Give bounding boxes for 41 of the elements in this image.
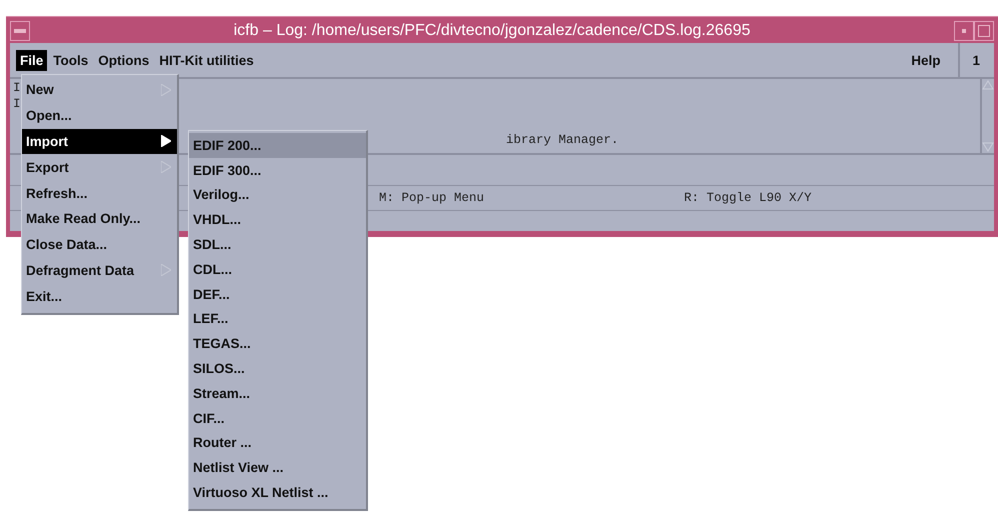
menu-item[interactable]: Router ... xyxy=(189,430,366,456)
menu-item[interactable]: Netlist View ... xyxy=(189,455,366,480)
mouse-hint: M: Pop-up Menu xyxy=(379,191,486,205)
menu-item[interactable]: Refresh... xyxy=(22,180,177,206)
menu-item[interactable]: New xyxy=(22,77,177,103)
window-menu-button[interactable] xyxy=(10,21,30,41)
menu-item[interactable]: Options xyxy=(94,50,154,70)
menu-item[interactable]: File xyxy=(16,50,48,70)
menu-item[interactable]: Tools xyxy=(49,50,92,70)
menu-item[interactable]: Defragment Data xyxy=(22,258,177,284)
menu-item[interactable]: Close Data... xyxy=(22,232,177,258)
menu-item[interactable]: Verilog... xyxy=(189,182,366,208)
menu-item[interactable]: Virtuoso XL Netlist ... xyxy=(189,480,366,505)
menu-item[interactable]: Make Read Only... xyxy=(22,206,177,232)
maximize-button[interactable] xyxy=(974,21,994,41)
menu-item[interactable]: Exit... xyxy=(22,283,177,310)
menu-item[interactable]: Open... xyxy=(22,102,177,129)
mouse-hint: R: Toggle L90 X/Y xyxy=(684,191,812,205)
window-title: icfb – Log: /home/users/PFC/divtecno/jgonzalez/cadence/CDS.log.26695 xyxy=(232,22,752,40)
menu-item[interactable]: SDL... xyxy=(189,232,366,257)
square-icon xyxy=(978,25,990,37)
menu-item[interactable]: CDL... xyxy=(189,256,366,282)
menu-item[interactable]: EDIF 200... xyxy=(189,133,366,158)
log-line: I xyxy=(13,97,21,111)
help-menu[interactable]: Help xyxy=(893,43,960,77)
minus-icon xyxy=(14,29,26,33)
menu-item[interactable]: Export xyxy=(22,154,177,180)
menu-item[interactable]: VHDL... xyxy=(189,207,366,232)
log-line: ibrary Manager. xyxy=(506,133,619,147)
menu-item[interactable]: TEGAS... xyxy=(189,331,366,356)
menu-item[interactable]: SILOS... xyxy=(189,356,366,381)
minimize-button[interactable] xyxy=(954,21,974,41)
menu-item[interactable]: CIF... xyxy=(189,406,366,431)
menu-item[interactable]: DEF... xyxy=(189,282,366,307)
menu-item[interactable]: LEF... xyxy=(189,306,366,332)
menu-item[interactable]: HIT-Kit utilities xyxy=(155,50,258,70)
menu-item[interactable]: EDIF 300... xyxy=(189,158,366,183)
menu-item[interactable]: Stream... xyxy=(189,380,366,406)
window-number: 1 xyxy=(971,52,981,68)
log-line: I xyxy=(13,81,21,95)
menu-item[interactable]: Import xyxy=(22,128,177,154)
